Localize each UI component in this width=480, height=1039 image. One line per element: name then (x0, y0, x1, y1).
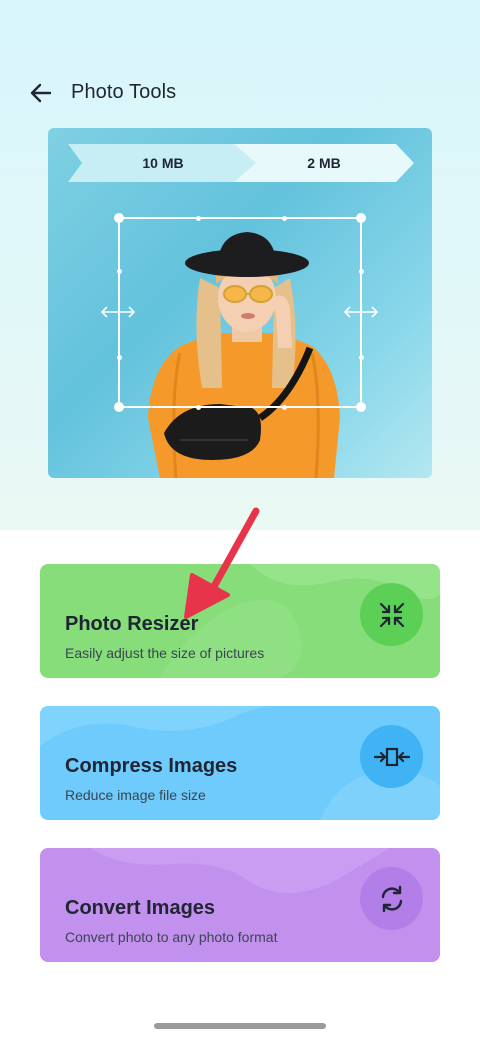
crop-dot (358, 269, 364, 274)
crop-dot (196, 404, 201, 410)
photo-preview: 10 MB 2 MB (48, 128, 432, 478)
original-size-chip: 10 MB (68, 144, 258, 182)
home-indicator[interactable] (154, 1023, 326, 1029)
app-header: Photo Tools (0, 72, 480, 112)
crop-handle-top-right[interactable] (356, 213, 366, 223)
size-indicator: 10 MB 2 MB (68, 144, 414, 182)
convert-refresh-icon (360, 867, 423, 930)
crop-dot (196, 215, 201, 221)
card-subtitle: Easily adjust the size of pictures (65, 645, 265, 661)
card-title: Convert Images (65, 897, 216, 919)
resize-horizontal-right-icon (343, 306, 379, 318)
card-subtitle: Convert photo to any photo format (65, 929, 278, 945)
resize-horizontal-left-icon (100, 306, 136, 318)
page-title: Photo Tools (71, 81, 177, 103)
arrow-left-icon (30, 83, 52, 103)
crop-handle-bottom-left[interactable] (114, 402, 124, 412)
crop-dot (282, 215, 287, 221)
compress-icon (360, 725, 423, 788)
card-title: Compress Images (65, 755, 238, 777)
red-pointer-arrow-icon (184, 507, 260, 619)
back-button[interactable] (24, 76, 58, 110)
card-subtitle: Reduce image file size (65, 787, 206, 803)
crop-handle-bottom-right[interactable] (356, 402, 366, 412)
resize-shrink-icon (360, 583, 423, 646)
convert-images-card[interactable]: Convert Images Convert photo to any phot… (40, 848, 440, 962)
crop-dot (358, 355, 364, 360)
crop-dot (116, 355, 122, 360)
compress-images-card[interactable]: Compress Images Reduce image file size (40, 706, 440, 820)
crop-handle-top-left[interactable] (114, 213, 124, 223)
target-size-chip: 2 MB (234, 144, 414, 182)
crop-frame[interactable] (114, 213, 366, 412)
crop-dot (282, 404, 287, 410)
crop-dot (116, 269, 122, 274)
